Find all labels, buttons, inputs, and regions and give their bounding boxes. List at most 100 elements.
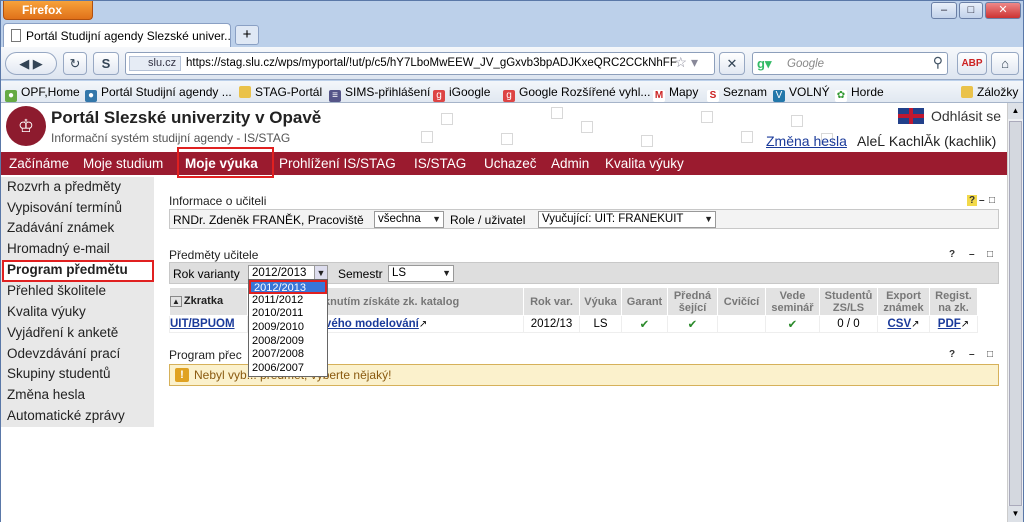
scroll-thumb[interactable]	[1009, 121, 1022, 506]
tab-strip: Portál Studijní agendy Slezské univer...…	[1, 21, 1023, 47]
bookmark-item[interactable]: S Seznam	[707, 84, 767, 102]
close-button[interactable]: ✕	[985, 2, 1021, 19]
vertical-scrollbar[interactable]: ▲ ▼	[1007, 103, 1023, 522]
logout-link[interactable]: Odhlásit se	[931, 108, 1001, 124]
export-icon[interactable]: ↗	[911, 319, 919, 330]
dropdown-option[interactable]: 2009/2010	[249, 321, 327, 335]
sidebar-item-zmena-hesla[interactable]: Změna hesla	[7, 387, 85, 402]
col-header: Garant	[621, 287, 668, 316]
help-icon[interactable]: ?	[967, 195, 978, 206]
bookmark-item[interactable]: ✿ Horde	[835, 84, 884, 102]
help-icon[interactable]: ?	[949, 249, 955, 260]
minimize-portlet-icon[interactable]: –	[969, 249, 975, 260]
sidebar-item-email[interactable]: Hromadný e-mail	[7, 241, 110, 256]
site-identity-badge[interactable]: slu.cz	[129, 56, 182, 71]
dropdown-option[interactable]: 2008/2009	[249, 335, 327, 349]
menu-item-moje-studium[interactable]: Moje studium	[83, 155, 163, 173]
menu-item-is-stag[interactable]: IS/STAG	[414, 155, 466, 173]
bookmark-item[interactable]: g iGoogle	[433, 84, 490, 102]
url-text[interactable]: https://stag.slu.cz/wps/myportal/!ut/p/c…	[186, 57, 681, 69]
sidebar-item-vypisovani[interactable]: Vypisování termínů	[7, 200, 122, 215]
sidebar-item-program[interactable]: Program předmětu	[7, 262, 128, 277]
browser-tab[interactable]: Portál Studijní agendy Slezské univer...	[3, 23, 231, 47]
url-bar[interactable]: slu.cz https://stag.slu.cz/wps/myportal/…	[125, 52, 715, 75]
search-bar[interactable]: g▾ Google ⚲	[752, 52, 948, 75]
stop-icon[interactable]: ✕	[719, 52, 745, 75]
bookmark-item[interactable]: g Google Rozšířené vyhl...	[503, 84, 650, 102]
role-select[interactable]: Vyučující: UIT: FRANEKUIT ▼	[538, 211, 716, 228]
col-header[interactable]: ▲ Zkratka	[169, 287, 248, 316]
col-header: Studentů ZS/LS	[819, 287, 878, 316]
back-forward-button[interactable]: ◀ ▶	[5, 52, 57, 75]
sidebar-item-skolitel[interactable]: Přehled školitele	[7, 283, 106, 298]
bookmark-item[interactable]: M Mapy	[653, 84, 698, 102]
sidebar-item-zpravy[interactable]: Automatické zprávy	[7, 408, 125, 423]
bookmark-item[interactable]: ≡ SIMS-přihlášení	[329, 84, 430, 102]
dropdown-option[interactable]: 2006/2007	[249, 362, 327, 376]
maximize-portlet-icon[interactable]: □	[989, 195, 995, 206]
firefox-menu-button[interactable]: Firefox	[3, 1, 93, 20]
sidebar-item-skupiny[interactable]: Skupiny studentů	[7, 366, 111, 381]
scroll-down-icon[interactable]: ▼	[1008, 506, 1023, 522]
minimize-portlet-icon[interactable]: –	[969, 349, 975, 360]
col-header: Cvičící	[717, 287, 766, 316]
help-icon[interactable]: ?	[949, 349, 955, 360]
home-icon[interactable]: ⌂	[991, 52, 1019, 75]
navigation-toolbar: ◀ ▶ ↻ S slu.cz https://stag.slu.cz/wps/m…	[1, 47, 1023, 80]
dropdown-option[interactable]: 2010/2011	[249, 307, 327, 321]
dropdown-option[interactable]: 2012/2013	[249, 280, 327, 294]
export-icon[interactable]: ↗	[961, 319, 969, 330]
bookmark-item[interactable]: ● Portál Studijní agendy ...	[85, 84, 232, 102]
portal-title: Portál Slezské univerzity v Opavě	[51, 108, 322, 127]
maximize-portlet-icon[interactable]: □	[987, 349, 993, 360]
google-engine-icon[interactable]: g▾	[757, 56, 777, 71]
search-icon[interactable]: ⚲	[933, 54, 943, 71]
web-page: ♔ Portál Slezské univerzity v Opavě Info…	[1, 103, 1023, 522]
sidebar-item-kvalita[interactable]: Kvalita výuky	[7, 304, 86, 319]
bookmarks-menu[interactable]: Záložky	[961, 84, 1018, 100]
year-cell: 2012/13	[523, 315, 580, 333]
bookmark-item[interactable]: STAG-Portál	[239, 84, 322, 100]
teacher-info-box: RNDr. Zdeněk FRANĚK, Pracoviště všechna ▼…	[169, 209, 999, 229]
menu-item-prohlizeni[interactable]: Prohlížení IS/STAG	[279, 155, 396, 173]
bookmark-item[interactable]: V VOLNÝ	[773, 84, 830, 102]
main-menu: Začínáme Moje studium Moje výuka Prohlíž…	[1, 147, 1023, 178]
english-flag-icon[interactable]	[898, 108, 924, 124]
dropdown-option[interactable]: 2011/2012	[249, 294, 327, 308]
maximize-portlet-icon[interactable]: □	[987, 249, 993, 260]
pdf-register-link[interactable]: PDF	[938, 318, 961, 330]
sidebar-item-zadavani[interactable]: Zadávání známek	[7, 220, 114, 235]
scroll-up-icon[interactable]: ▲	[1008, 103, 1023, 119]
subject-code-link[interactable]: UIT/BPUOM	[170, 318, 235, 330]
external-link-icon[interactable]: ↗	[419, 319, 427, 330]
menu-item-kvalita[interactable]: Kvalita výuky	[605, 155, 684, 173]
sidebar-item-odevzdavani[interactable]: Odevzdávání prací	[7, 346, 120, 361]
menu-item-moje-vyuka[interactable]: Moje výuka	[185, 155, 258, 173]
semester-select[interactable]: LS ▼	[388, 265, 454, 282]
menu-item-zaciname[interactable]: Začínáme	[9, 155, 69, 173]
minimize-button[interactable]: –	[931, 2, 957, 19]
lecturer-check: ✔	[667, 315, 718, 333]
bookmark-star-icon[interactable]: ☆ ▾	[675, 54, 698, 71]
maximize-button[interactable]: □	[959, 2, 983, 19]
minimize-portlet-icon[interactable]: –	[979, 195, 985, 206]
bookmarks-toolbar: ● OPF,Home ● Portál Studijní agendy ... ST…	[1, 81, 1023, 103]
garant-check: ✔	[621, 315, 668, 333]
change-password-link[interactable]: Změna hesla	[766, 133, 847, 149]
collapse-icon[interactable]: ▲	[170, 296, 182, 307]
students-cell: 0 / 0	[819, 315, 878, 333]
col-header: Export známek	[877, 287, 930, 316]
s-addon-icon[interactable]: S	[93, 52, 119, 75]
csv-export-link[interactable]: CSV	[887, 318, 911, 330]
adblock-icon[interactable]: ABP	[957, 52, 987, 75]
sidebar-item-anketa[interactable]: Vyjádření k anketě	[7, 325, 118, 340]
dropdown-option[interactable]: 2007/2008	[249, 348, 327, 362]
bookmark-item[interactable]: ● OPF,Home	[5, 84, 80, 102]
exercise-cell	[717, 315, 766, 333]
menu-item-admin[interactable]: Admin	[551, 155, 589, 173]
reload-icon[interactable]: ↻	[63, 52, 87, 75]
workplace-select[interactable]: všechna ▼	[374, 211, 444, 228]
menu-item-uchazec[interactable]: Uchazeč	[484, 155, 537, 173]
sidebar-item-rozvrh[interactable]: Rozvrh a předměty	[7, 179, 121, 194]
new-tab-button[interactable]: +	[235, 25, 259, 45]
